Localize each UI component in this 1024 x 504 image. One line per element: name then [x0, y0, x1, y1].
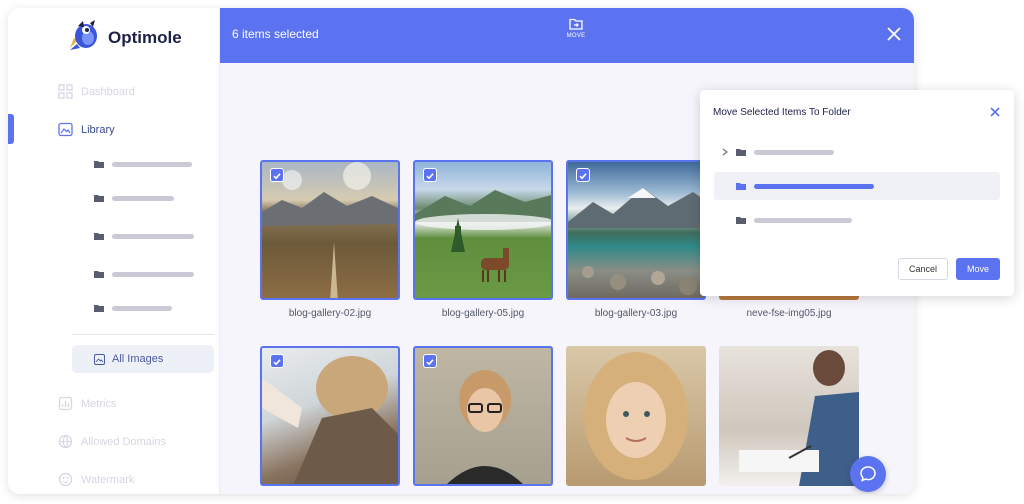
- folder-option-selected[interactable]: [714, 172, 1000, 200]
- app-name: Optimole: [108, 28, 182, 47]
- library-icon: [58, 122, 73, 137]
- metrics-icon: [58, 396, 73, 411]
- media-caption: neve-fse-img05.jpg: [746, 308, 832, 319]
- sidebar-item-label: Metrics: [81, 397, 117, 410]
- move-to-folder-icon: [569, 18, 583, 30]
- folder-name-placeholder: [112, 195, 174, 201]
- folder-icon: [736, 217, 746, 224]
- check-icon: [273, 359, 281, 366]
- folder-icon: [94, 161, 104, 168]
- folder-icon: [94, 195, 104, 202]
- folder-option[interactable]: [714, 138, 1000, 166]
- media-caption: blog-gallery-05.jpg: [441, 308, 525, 319]
- selected-checkbox[interactable]: [270, 168, 284, 182]
- media-tile[interactable]: [260, 160, 400, 300]
- sidebar-folder[interactable]: [94, 160, 192, 168]
- cancel-button[interactable]: Cancel: [898, 258, 948, 280]
- folder-name-placeholder: [112, 271, 194, 277]
- folder-name-placeholder: [754, 149, 834, 155]
- logo[interactable]: Optimole: [64, 18, 182, 56]
- media-tile[interactable]: [719, 346, 859, 486]
- media-caption: blog-gallery-02.jpg: [288, 308, 372, 319]
- check-icon: [273, 173, 281, 180]
- selected-checkbox[interactable]: [423, 168, 437, 182]
- media-tile[interactable]: [566, 346, 706, 486]
- move-to-folder-dialog: Move Selected Items To Folder Cancel Mov…: [700, 90, 1014, 296]
- media-tile[interactable]: [260, 346, 400, 486]
- sidebar-folder[interactable]: [94, 270, 194, 278]
- sidebar-item-metrics[interactable]: Metrics: [58, 396, 116, 411]
- check-icon: [426, 173, 434, 180]
- selected-checkbox[interactable]: [576, 168, 590, 182]
- folder-name-placeholder: [112, 161, 192, 167]
- close-icon: [990, 107, 1000, 117]
- folder-icon: [94, 271, 104, 278]
- media-caption: blog-gallery-03.jpg: [594, 308, 678, 319]
- folder-option[interactable]: [714, 206, 1000, 234]
- folder-icon: [736, 183, 746, 190]
- active-indicator: [8, 114, 14, 144]
- selection-toolbar: 6 items selected MOVE: [220, 8, 914, 63]
- folder-name-placeholder: [754, 217, 852, 223]
- sidebar-item-allowed-domains[interactable]: Allowed Domains: [58, 434, 166, 449]
- folder-icon: [94, 305, 104, 312]
- sidebar-item-all-images[interactable]: All Images: [72, 345, 214, 373]
- media-thumbnail: [719, 346, 859, 486]
- media-thumbnail: [566, 346, 706, 486]
- sidebar-item-dashboard[interactable]: Dashboard: [58, 84, 135, 99]
- help-chat-button[interactable]: [850, 456, 886, 492]
- dialog-close-button[interactable]: [988, 105, 1002, 119]
- sidebar-item-label: Dashboard: [81, 85, 135, 98]
- sidebar-item-label: Watermark: [81, 473, 135, 486]
- selected-count: 6 items selected: [232, 27, 319, 41]
- folder-name-placeholder: [112, 233, 194, 239]
- folder-name-placeholder: [754, 183, 874, 189]
- optimole-mascot-icon: [70, 20, 97, 50]
- sidebar-folder[interactable]: [94, 232, 194, 240]
- sidebar-item-label: Allowed Domains: [81, 435, 166, 448]
- chevron-right-icon: [722, 148, 728, 156]
- allowed-domains-icon: [58, 434, 73, 449]
- sidebar: Optimole Dashboard Library All Images Me…: [8, 8, 220, 494]
- sidebar-item-library[interactable]: Library: [58, 122, 115, 137]
- selected-checkbox[interactable]: [270, 354, 284, 368]
- sidebar-divider: [72, 334, 214, 335]
- media-tile[interactable]: [413, 346, 553, 486]
- selected-checkbox[interactable]: [423, 354, 437, 368]
- dialog-title: Move Selected Items To Folder: [713, 107, 851, 118]
- folder-icon: [94, 233, 104, 240]
- folder-icon: [736, 149, 746, 156]
- move-confirm-button[interactable]: Move: [956, 258, 1000, 280]
- sidebar-item-watermark[interactable]: Watermark: [58, 472, 134, 487]
- chat-help-icon: [860, 466, 876, 482]
- sidebar-folder[interactable]: [94, 304, 172, 312]
- check-icon: [426, 359, 434, 366]
- move-label: MOVE: [566, 33, 586, 39]
- close-selection-button[interactable]: [884, 24, 904, 44]
- sidebar-folder[interactable]: [94, 194, 174, 202]
- dashboard-icon: [58, 84, 73, 99]
- close-icon: [887, 27, 901, 41]
- image-icon: [94, 353, 105, 365]
- watermark-icon: [58, 472, 73, 487]
- all-images-label: All Images: [112, 353, 164, 365]
- sidebar-item-label: Library: [81, 123, 115, 136]
- folder-name-placeholder: [112, 305, 172, 311]
- media-tile[interactable]: [566, 160, 706, 300]
- media-tile[interactable]: [413, 160, 553, 300]
- check-icon: [579, 173, 587, 180]
- move-button[interactable]: MOVE: [564, 18, 588, 39]
